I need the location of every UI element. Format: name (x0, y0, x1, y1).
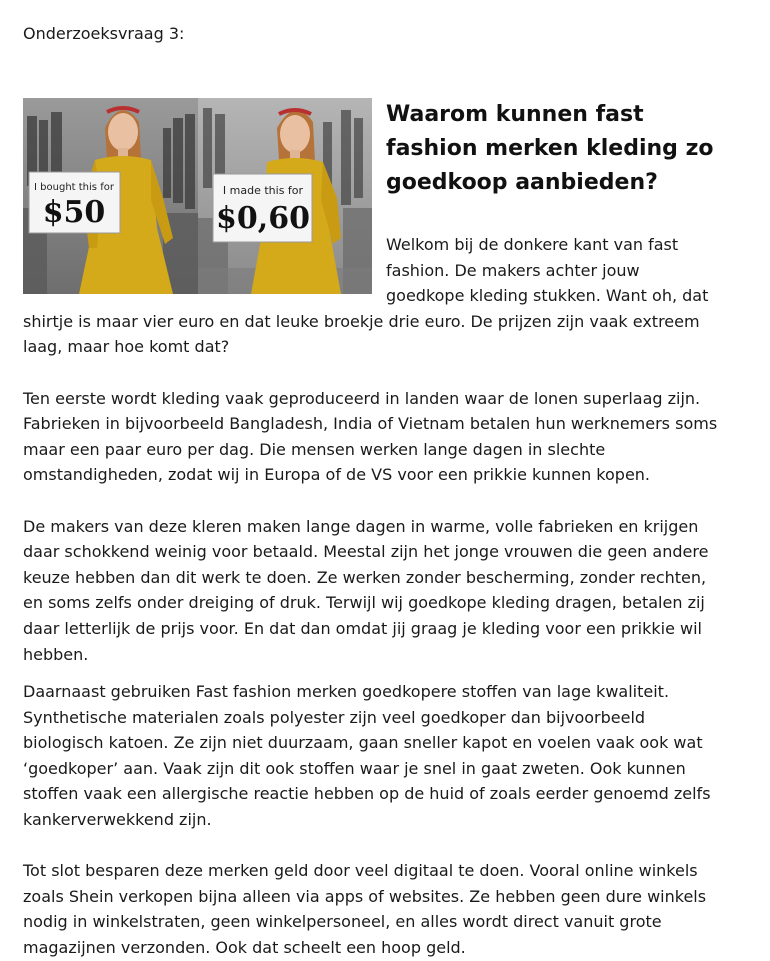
paragraph-wages: Ten eerste wordt kleding vaak geproducee… (23, 388, 718, 485)
research-question-label: Onderzoeksvraag 3: (23, 24, 185, 43)
left-sign-price-text: $50 (43, 195, 106, 230)
right-sign-price-text: $0,60 (216, 201, 310, 236)
right-sign-top-text: I made this for (223, 184, 304, 197)
article: I bought this for $50 I made this for $0… (23, 98, 723, 961)
fast-fashion-photo: I bought this for $50 I made this for $0… (23, 98, 372, 294)
paragraph-digital: Tot slot besparen deze merken geld door … (23, 861, 707, 958)
left-sign-top-text: I bought this for (34, 182, 115, 193)
paragraph-materials: Daarnaast gebruiken Fast fashion merken … (23, 682, 711, 830)
photo-illustration: I bought this for $50 I made this for $0… (23, 98, 372, 294)
paragraph-workers: De makers van deze kleren maken lange da… (23, 516, 709, 664)
